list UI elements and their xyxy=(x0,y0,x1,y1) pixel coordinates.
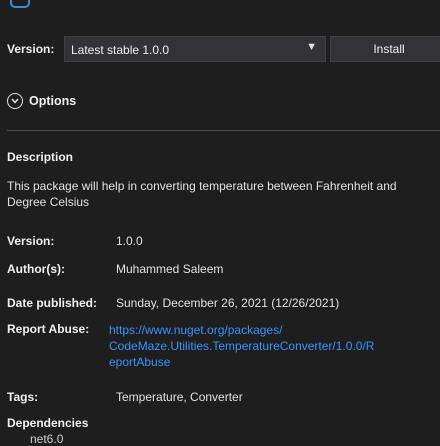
description-text: This package will help in converting tem… xyxy=(7,179,397,209)
authors-key: Author(s): xyxy=(7,262,65,276)
report-key: Report Abuse: xyxy=(7,322,90,336)
date-value: Sunday, December 26, 2021 (12/26/2021) xyxy=(116,296,340,310)
tags-value: Temperature, Converter xyxy=(116,390,243,404)
tags-key: Tags: xyxy=(7,390,39,404)
version-dropdown[interactable]: Latest stable 1.0.0 ▼ xyxy=(64,36,326,62)
version-toolbar: Version: Latest stable 1.0.0 ▼ Install xyxy=(0,36,440,62)
date-key: Date published: xyxy=(7,296,98,310)
options-toggle[interactable]: Options xyxy=(7,90,76,112)
version-selected: Latest stable 1.0.0 xyxy=(71,43,170,57)
dependencies-title: Dependencies xyxy=(7,416,89,430)
chevron-down-circle-icon xyxy=(7,93,23,109)
description-title: Description xyxy=(7,150,74,164)
install-button[interactable]: Install xyxy=(330,36,440,62)
version-value: 1.0.0 xyxy=(116,234,143,248)
chevron-down-icon: ▼ xyxy=(306,41,317,53)
dependency-item: net6.0 xyxy=(30,432,64,446)
options-label: Options xyxy=(29,94,77,108)
package-icon xyxy=(10,0,30,8)
authors-value: Muhammed Saleem xyxy=(116,262,224,276)
version-label: Version: xyxy=(7,42,55,56)
report-abuse-link[interactable]: https://www.nuget.org/packages/CodeMaze.… xyxy=(109,322,429,370)
divider xyxy=(7,130,440,131)
version-key: Version: xyxy=(7,234,55,248)
